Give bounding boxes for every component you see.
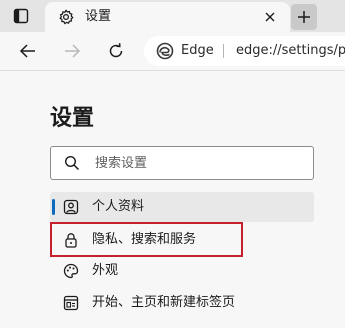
back-button[interactable]: [17, 40, 39, 62]
settings-search-box[interactable]: [50, 146, 314, 180]
page-title: 设置: [50, 106, 95, 131]
tab-settings[interactable]: 设置: [45, 2, 290, 32]
profile-icon: [63, 199, 79, 215]
tab-actions-icon: [13, 8, 29, 24]
home-tab-icon: [63, 295, 79, 311]
sidebar-item-start-home-new-tab[interactable]: 开始、主页和新建标签页: [50, 288, 314, 318]
address-bar[interactable]: Edge edge://settings/p: [144, 36, 345, 66]
tab-actions-button[interactable]: [11, 6, 31, 26]
arrow-left-icon: [19, 44, 35, 58]
url-text[interactable]: edge://settings/p: [236, 42, 345, 60]
sidebar-item-appearance[interactable]: 外观: [50, 256, 314, 286]
sidebar-item-label: 个人资料: [92, 199, 145, 214]
site-label: Edge: [181, 43, 214, 58]
new-tab-button[interactable]: [291, 4, 317, 30]
tab-strip: 设置: [0, 0, 345, 32]
toolbar-divider: [0, 70, 345, 71]
sidebar-item-profiles[interactable]: 个人资料: [50, 192, 314, 222]
palette-icon: [63, 263, 79, 279]
search-icon: [64, 155, 80, 171]
active-indicator: [52, 199, 55, 215]
close-icon[interactable]: [261, 8, 279, 26]
forward-button[interactable]: [61, 40, 83, 62]
arrow-right-icon: [65, 44, 81, 58]
omnibox-divider: [223, 44, 224, 58]
refresh-button[interactable]: [105, 40, 127, 62]
sidebar-item-label: 开始、主页和新建标签页: [92, 295, 236, 310]
highlight-box: [50, 222, 243, 257]
tab-title: 设置: [85, 9, 112, 24]
plus-icon: [298, 11, 310, 23]
refresh-icon: [109, 43, 123, 58]
search-input[interactable]: [95, 151, 305, 175]
toolbar: Edge edge://settings/p: [0, 32, 345, 70]
sidebar-item-label: 外观: [92, 263, 119, 278]
gear-icon: [57, 8, 75, 26]
edge-logo-icon: [156, 42, 174, 60]
